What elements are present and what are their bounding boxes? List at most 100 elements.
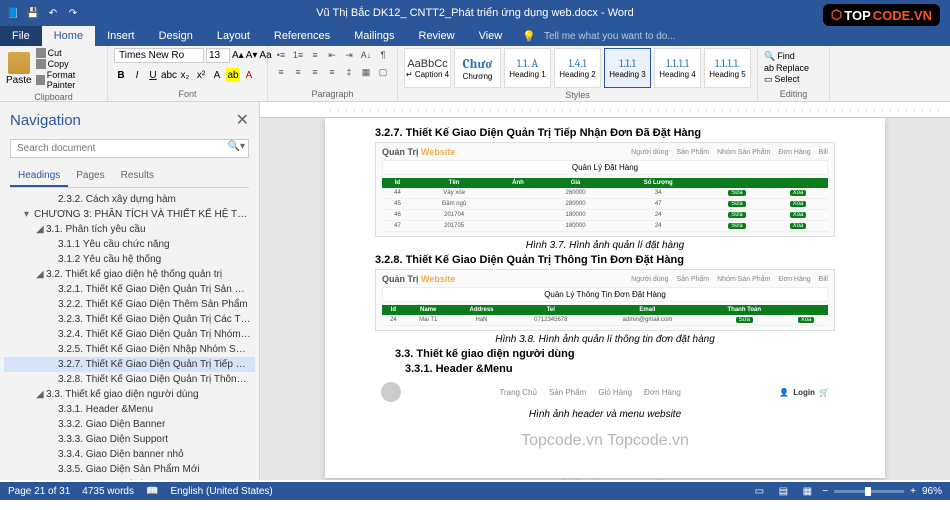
style-heading2[interactable]: 1.4.1Heading 2 <box>554 48 601 88</box>
tree-item[interactable]: 3.1.1 Yêu cầu chức năng <box>4 237 255 252</box>
align-left-icon[interactable]: ≡ <box>274 65 288 79</box>
search-input[interactable] <box>10 139 249 158</box>
select-button[interactable]: ▭ Select <box>764 74 809 85</box>
style-chuong[interactable]: ChươChương <box>454 48 501 88</box>
title-bar: 📘 💾 ↶ ↷ Vũ Thị Bắc DK12_ CNTT2_Phát triể… <box>0 0 950 26</box>
superscript-button[interactable]: x² <box>194 68 208 82</box>
borders-icon[interactable]: ▢ <box>376 65 390 79</box>
dec-indent-icon[interactable]: ⇤ <box>325 48 339 62</box>
underline-button[interactable]: U <box>146 68 160 82</box>
shrink-font-icon[interactable]: A▾ <box>246 50 258 61</box>
tree-item[interactable]: 3.2.2. Thiết Kế Giao Diện Thêm Sản Phẩm <box>4 297 255 312</box>
language[interactable]: English (United States) <box>170 486 272 497</box>
tree-item[interactable]: 3.3.2. Giao Diện Banner <box>4 417 255 432</box>
tree-item[interactable]: 3.3.3. Giao Diện Support <box>4 432 255 447</box>
inc-indent-icon[interactable]: ⇥ <box>342 48 356 62</box>
show-marks-icon[interactable]: ¶ <box>376 48 390 62</box>
nav-tree[interactable]: 2.3.2. Cách xây dựng hàm▾CHƯƠNG 3: PHÂN … <box>0 188 259 480</box>
nav-tab-headings[interactable]: Headings <box>10 166 68 187</box>
tree-item[interactable]: 3.2.8. Thiết Kế Giao Diện Quản Trị Thông… <box>4 372 255 387</box>
style-heading3[interactable]: 1.1.1Heading 3 <box>604 48 651 88</box>
tab-view[interactable]: View <box>467 26 515 46</box>
tree-item[interactable]: 2.3.2. Cách xây dựng hàm <box>4 192 255 207</box>
strike-button[interactable]: abc <box>162 68 176 82</box>
style-heading1[interactable]: 1.1. AHeading 1 <box>504 48 551 88</box>
tree-item[interactable]: 3.3.1. Header &Menu <box>4 402 255 417</box>
tree-item[interactable]: 3.2.7. Thiết Kế Giao Diện Quản Trị Tiếp … <box>4 357 255 372</box>
nav-tab-results[interactable]: Results <box>113 166 162 187</box>
main-area: Navigation ✕ 🔍▾ Headings Pages Results 2… <box>0 102 950 480</box>
multilevel-icon[interactable]: ≡ <box>308 48 322 62</box>
style-heading5[interactable]: 1.1.1.1.Heading 5 <box>704 48 751 88</box>
shading-icon[interactable]: ▦ <box>359 65 373 79</box>
find-button[interactable]: 🔍 Find <box>764 51 809 62</box>
zoom-slider[interactable] <box>834 490 904 493</box>
tab-mailings[interactable]: Mailings <box>342 26 406 46</box>
paste-button[interactable]: Paste <box>6 52 32 86</box>
line-spacing-icon[interactable]: ‡ <box>342 65 356 79</box>
tree-item[interactable]: 3.3.5. Giao Diện Sản Phẩm Mới <box>4 462 255 477</box>
subscript-button[interactable]: x₂ <box>178 68 192 82</box>
bullets-icon[interactable]: •≡ <box>274 48 288 62</box>
font-color-icon[interactable]: A <box>242 68 256 82</box>
tree-item[interactable]: 3.2.4. Thiết Kế Giao Diện Quản Trị Nhóm … <box>4 327 255 342</box>
zoom-level[interactable]: 96% <box>922 486 942 497</box>
grow-font-icon[interactable]: A▴ <box>232 50 244 61</box>
align-right-icon[interactable]: ≡ <box>308 65 322 79</box>
tab-review[interactable]: Review <box>407 26 467 46</box>
word-count[interactable]: 4735 words <box>82 486 134 497</box>
tree-item[interactable]: ◢3.2. Thiết kế giao diện hệ thống quản t… <box>4 267 255 282</box>
spell-check-icon[interactable]: 📖 <box>146 486 158 497</box>
style-heading4[interactable]: 1.1.1.1Heading 4 <box>654 48 701 88</box>
format-painter-button[interactable]: Format Painter <box>36 70 101 90</box>
styles-gallery[interactable]: AaBbCc↵ Caption 4 ChươChương 1.1. AHeadi… <box>404 48 751 88</box>
tree-item[interactable]: ◢3.1. Phân tích yêu cầu <box>4 222 255 237</box>
web-layout-icon[interactable]: ▦ <box>798 484 816 498</box>
tree-item[interactable]: 3.2.5. Thiết Kế Giao Diện Nhập Nhóm Sản … <box>4 342 255 357</box>
font-size-select[interactable]: 13 <box>206 48 230 63</box>
page-count[interactable]: Page 21 of 31 <box>8 486 70 497</box>
tree-item[interactable]: 3.3.6. Footer website <box>4 477 255 480</box>
tree-item[interactable]: 3.1.2 Yêu cầu hệ thống <box>4 252 255 267</box>
italic-button[interactable]: I <box>130 68 144 82</box>
ruler-horizontal[interactable] <box>260 102 950 118</box>
tell-me[interactable]: Tell me what you want to do... <box>544 31 676 42</box>
save-icon[interactable]: 💾 <box>24 4 42 22</box>
font-name-select[interactable]: Times New Ro <box>114 48 204 63</box>
style-caption4[interactable]: AaBbCc↵ Caption 4 <box>404 48 451 88</box>
print-layout-icon[interactable]: ▤ <box>774 484 792 498</box>
nav-tab-pages[interactable]: Pages <box>68 166 112 187</box>
numbering-icon[interactable]: 1≡ <box>291 48 305 62</box>
tree-item[interactable]: ◢3.3. Thiết kế giao diện người dùng <box>4 387 255 402</box>
cut-button[interactable]: Cut <box>36 48 101 58</box>
copy-button[interactable]: Copy <box>36 59 101 69</box>
tab-insert[interactable]: Insert <box>95 26 147 46</box>
avatar-icon <box>381 382 401 402</box>
tree-item[interactable]: 3.3.4. Giao Diện banner nhỏ <box>4 447 255 462</box>
tree-item[interactable]: ▾CHƯƠNG 3: PHÂN TÍCH VÀ THIẾT KẾ HỆ THỐN… <box>4 207 255 222</box>
tree-item[interactable]: 3.2.1. Thiết Kế Giao Diện Quản Trị Sản P… <box>4 282 255 297</box>
tab-home[interactable]: Home <box>42 26 95 46</box>
document-area[interactable]: 3.2.7. Thiết Kế Giao Diện Quản Trị Tiếp … <box>260 102 950 480</box>
tab-references[interactable]: References <box>262 26 342 46</box>
align-center-icon[interactable]: ≡ <box>291 65 305 79</box>
sort-icon[interactable]: A↓ <box>359 48 373 62</box>
search-icon[interactable]: 🔍▾ <box>228 141 245 152</box>
undo-icon[interactable]: ↶ <box>44 4 62 22</box>
tab-layout[interactable]: Layout <box>205 26 262 46</box>
nav-close-icon[interactable]: ✕ <box>236 110 249 130</box>
zoom-in-icon[interactable]: + <box>910 486 916 497</box>
highlight-icon[interactable]: ab <box>226 68 240 82</box>
tab-design[interactable]: Design <box>147 26 205 46</box>
replace-button[interactable]: ab Replace <box>764 63 809 73</box>
text-effects-icon[interactable]: A <box>210 68 224 82</box>
tree-item[interactable]: 3.2.3. Thiết Kế Giao Diện Quản Trị Các T… <box>4 312 255 327</box>
styles-label: Styles <box>404 90 751 100</box>
zoom-out-icon[interactable]: − <box>822 486 828 497</box>
tab-file[interactable]: File <box>0 26 42 46</box>
page[interactable]: 3.2.7. Thiết Kế Giao Diện Quản Trị Tiếp … <box>325 118 885 478</box>
bold-button[interactable]: B <box>114 68 128 82</box>
redo-icon[interactable]: ↷ <box>64 4 82 22</box>
justify-icon[interactable]: ≡ <box>325 65 339 79</box>
read-mode-icon[interactable]: ▭ <box>750 484 768 498</box>
